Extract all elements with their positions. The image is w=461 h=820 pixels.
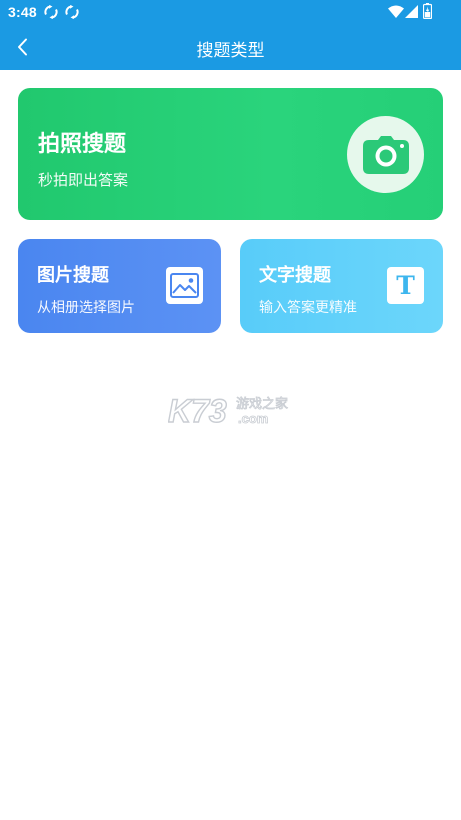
image-icon-box [166,267,203,304]
watermark-brand: K73 [168,393,227,429]
image-search-title: 图片搜题 [37,265,109,286]
text-t-icon: T [396,271,415,300]
signal-icon [405,5,418,18]
status-bar: 3:48 [0,0,461,24]
photo-search-title: 拍照搜题 [38,132,127,157]
image-search-subtitle: 从相册选择图片 [37,300,135,316]
watermark-tagline: 游戏之家 [236,396,288,412]
sync-icon [65,5,79,19]
camera-icon [362,135,409,174]
battery-icon [423,3,432,19]
header: 搜题类型 [0,24,461,70]
top-bar: 3:48 搜题类型 [0,0,461,70]
camera-badge [347,116,424,193]
k73-watermark: K73 游戏之家 .com [168,392,288,429]
picture-icon [170,273,199,298]
text-search-card[interactable]: 文字搜题 输入答案更精准 T [240,239,443,333]
text-search-title: 文字搜题 [259,265,331,286]
sync-icon [44,5,58,19]
status-time: 3:48 [8,4,37,20]
text-search-subtitle: 输入答案更精准 [259,300,357,316]
text-icon-box: T [387,267,424,304]
watermark-domain: .com [238,411,268,426]
wifi-icon [388,5,404,18]
image-search-card[interactable]: 图片搜题 从相册选择图片 [18,239,221,333]
photo-search-card[interactable]: 拍照搜题 秒拍即出答案 [18,88,443,220]
page-title: 搜题类型 [196,41,265,61]
app-screen: 3:48 搜题类型 拍照搜题 秒拍即出答案 图片搜题 从相册选择图片 文字搜题 … [0,0,461,820]
photo-search-subtitle: 秒拍即出答案 [38,171,129,189]
